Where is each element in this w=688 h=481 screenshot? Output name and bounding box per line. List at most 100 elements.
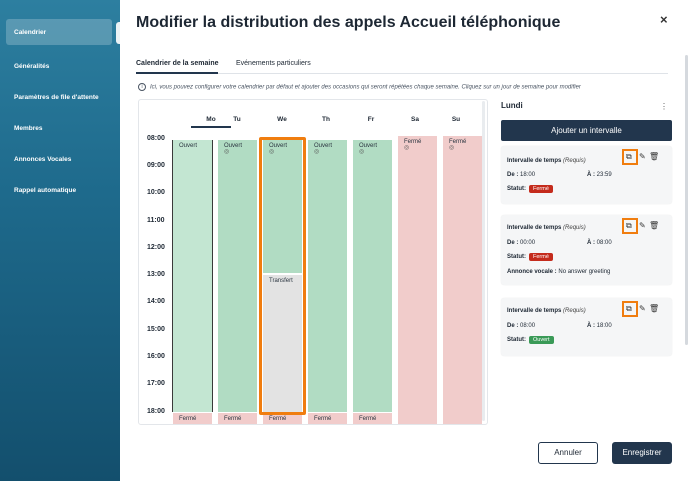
day-header-sa[interactable]: Sa <box>395 116 435 123</box>
block-label: Fermé <box>269 416 287 422</box>
pencil-icon[interactable]: ✎ <box>639 221 646 230</box>
tab-evenements-particuliers[interactable]: Evénements particuliers <box>236 60 311 67</box>
sidebar-item-annonces-vocales[interactable]: Annonces Vocales <box>6 146 112 172</box>
hour-label: 09:00 <box>147 162 165 169</box>
block-label: Fermé <box>314 416 332 422</box>
tab-bar: Calendrier de la semaine Evénements part… <box>136 58 668 74</box>
status-icon: ◎ <box>449 145 455 151</box>
pencil-icon[interactable]: ✎ <box>639 304 646 313</box>
status-badge: Ouvert <box>529 336 554 344</box>
day-header-th[interactable]: Th <box>306 116 346 123</box>
interval-card: Intervalle de temps (Requis) De : 00:00 … <box>501 215 672 285</box>
copy-icon[interactable]: ⧉ <box>626 304 632 313</box>
more-options-icon[interactable]: ⋮ <box>660 102 668 111</box>
info-message: Ici, vous pouvez configurer votre calend… <box>150 84 581 91</box>
day-header-tu[interactable]: Tu <box>217 116 257 123</box>
cancel-button[interactable]: Annuler <box>538 442 598 464</box>
calendar-block-fr-closed[interactable]: Fermé <box>353 413 392 424</box>
from-label: De : <box>507 323 519 329</box>
selected-day-title: Lundi <box>501 101 523 110</box>
sidebar-item-parametres-file-attente[interactable]: Paramètres de file d'attente <box>6 84 112 110</box>
add-interval-button[interactable]: Ajouter un intervalle <box>501 120 672 141</box>
close-icon[interactable]: × <box>660 12 668 27</box>
day-header-fr[interactable]: Fr <box>351 116 391 123</box>
announce-label: Annonce vocale : <box>507 269 557 275</box>
wednesday-highlight <box>259 137 306 415</box>
interval-to: À : 23:59 <box>587 172 612 178</box>
interval-from: De : 00:00 <box>507 240 535 246</box>
calendar-block-mo-open[interactable]: Ouvert <box>173 140 212 412</box>
calendar-block-mo-closed[interactable]: Fermé <box>173 413 212 424</box>
required-label: (Requis) <box>563 308 586 314</box>
interval-announcement: Annonce vocale : No answer greeting <box>507 269 610 275</box>
interval-actions: ⧉ ✎ 🗑 <box>622 218 668 234</box>
trash-icon[interactable]: 🗑 <box>649 152 659 161</box>
announce-value: No answer greeting <box>558 269 611 275</box>
block-label: Fermé <box>224 416 242 422</box>
trash-icon[interactable]: 🗑 <box>649 304 659 313</box>
block-label: Fermé <box>359 416 377 422</box>
copy-icon[interactable]: ⧉ <box>626 221 632 230</box>
interval-card: Intervalle de temps (Requis) De : 18:00 … <box>501 146 672 204</box>
calendar-block-th-open[interactable]: Ouvert ◎ <box>308 140 347 412</box>
day-header-su[interactable]: Su <box>436 116 476 123</box>
hour-label: 14:00 <box>147 298 165 305</box>
hour-label: 12:00 <box>147 244 165 251</box>
from-label: De : <box>507 240 519 246</box>
hour-label: 13:00 <box>147 271 165 278</box>
from-value: 08:00 <box>520 323 536 329</box>
calendar-scrollbar[interactable] <box>482 101 485 421</box>
calendar-block-su-closed[interactable]: Fermé ◎ <box>443 136 482 424</box>
to-label: À : <box>587 323 595 329</box>
selected-day-border-right <box>212 140 213 412</box>
calendar-block-tu-closed[interactable]: Fermé <box>218 413 257 424</box>
modal-dialog: Modifier la distribution des appels Accu… <box>120 0 688 481</box>
day-header-we[interactable]: We <box>262 116 302 123</box>
tab-calendrier-semaine[interactable]: Calendrier de la semaine <box>136 60 219 74</box>
interval-status: Statut: Fermé <box>507 253 553 261</box>
modal-title: Modifier la distribution des appels Accu… <box>136 14 561 31</box>
interval-title-text: Intervalle de temps <box>507 308 562 314</box>
interval-to: À : 08:00 <box>587 240 612 246</box>
sidebar: Calendrier Généralités Paramètres de fil… <box>0 0 120 481</box>
calendar-block-th-closed[interactable]: Fermé <box>308 413 347 424</box>
calendar-block-sa-closed[interactable]: Fermé ◎ <box>398 136 437 424</box>
interval-actions: ⧉ ✎ 🗑 <box>622 149 668 165</box>
status-icon: ◎ <box>314 149 320 155</box>
pencil-icon[interactable]: ✎ <box>639 152 646 161</box>
interval-title: Intervalle de temps (Requis) <box>507 225 586 231</box>
sidebar-item-membres[interactable]: Membres <box>6 115 112 141</box>
status-icon: ◎ <box>359 149 365 155</box>
hour-label: 11:00 <box>147 217 165 224</box>
required-label: (Requis) <box>563 225 586 231</box>
week-calendar: Mo Tu We Th Fr Sa Su 08:00 09:00 10:00 1… <box>138 99 488 425</box>
hour-label: 16:00 <box>147 353 165 360</box>
sidebar-item-generalites[interactable]: Généralités <box>6 53 112 79</box>
calendar-block-tu-open[interactable]: Ouvert ◎ <box>218 140 257 412</box>
to-value: 08:00 <box>596 240 612 246</box>
hour-label: 08:00 <box>147 135 165 142</box>
info-icon: i <box>138 83 146 91</box>
copy-icon[interactable]: ⧉ <box>626 152 632 161</box>
required-label: (Requis) <box>563 158 586 164</box>
hour-label: 15:00 <box>147 326 165 333</box>
hour-label: 18:00 <box>147 408 165 415</box>
to-value: 23:59 <box>596 172 612 178</box>
info-text: i Ici, vous pouvez configurer votre calen… <box>138 83 581 91</box>
interval-to: À : 18:00 <box>587 323 612 329</box>
interval-title: Intervalle de temps (Requis) <box>507 308 586 314</box>
block-label: Fermé <box>179 416 197 422</box>
status-label: Statut: <box>507 337 526 343</box>
save-button[interactable]: Enregistrer <box>612 442 672 464</box>
interval-status: Statut: Ouvert <box>507 336 554 344</box>
sidebar-item-calendrier[interactable]: Calendrier <box>6 19 112 45</box>
status-label: Statut: <box>507 254 526 260</box>
calendar-block-fr-open[interactable]: Ouvert ◎ <box>353 140 392 412</box>
block-label: Ouvert <box>179 143 198 149</box>
trash-icon[interactable]: 🗑 <box>649 221 659 230</box>
from-value: 18:00 <box>520 172 536 178</box>
hour-label: 17:00 <box>147 380 165 387</box>
interval-actions: ⧉ ✎ 🗑 <box>622 301 668 317</box>
sidebar-item-rappel-automatique[interactable]: Rappel automatique <box>6 177 112 203</box>
status-icon: ◎ <box>404 145 410 151</box>
